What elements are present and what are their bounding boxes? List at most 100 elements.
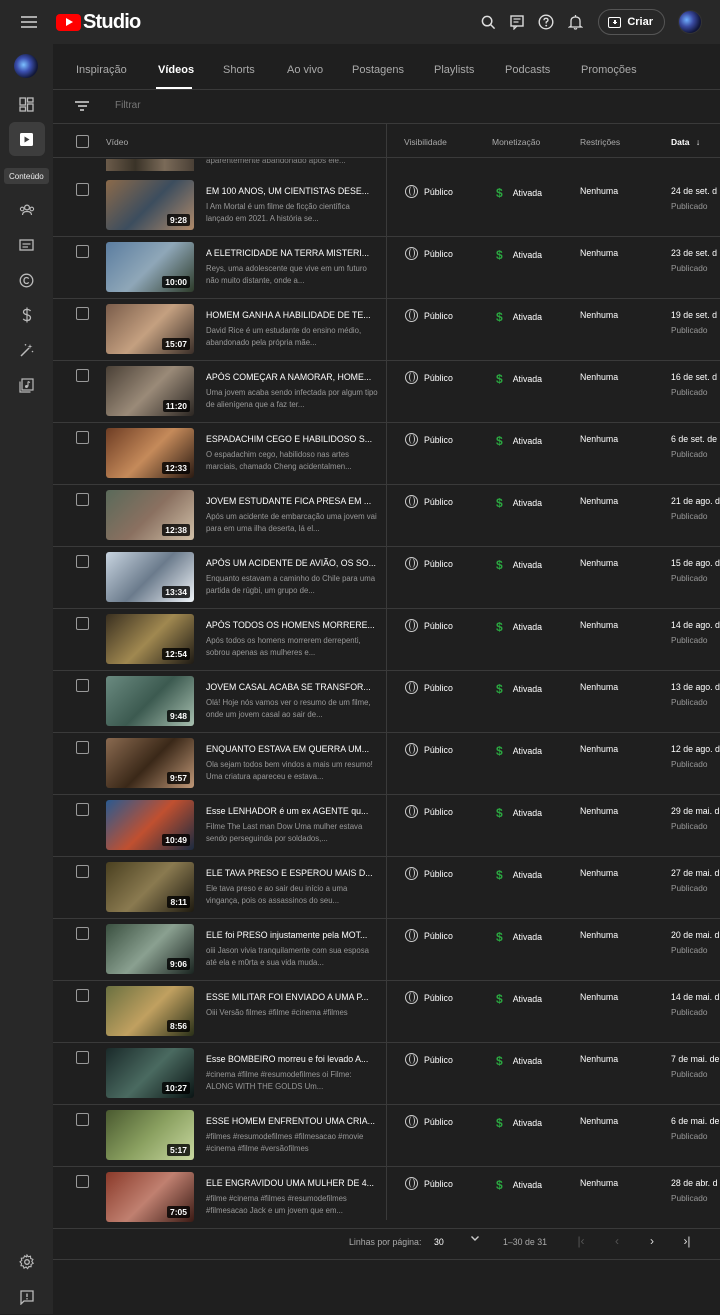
- video-title[interactable]: ESPADACHIM CEGO E HABILIDOSO S...: [206, 434, 378, 444]
- table-row[interactable]: 13:34 APÓS UM ACIDENTE DE AVIÃO, OS SO...…: [53, 547, 720, 609]
- monetization-cell[interactable]: $ Ativada: [496, 248, 542, 262]
- row-checkbox[interactable]: [76, 431, 89, 444]
- row-checkbox[interactable]: [76, 307, 89, 320]
- create-button[interactable]: Criar: [598, 9, 665, 35]
- sidebar-item-customization[interactable]: [0, 332, 53, 368]
- video-title[interactable]: ELE TAVA PRESO E ESPEROU MAIS D...: [206, 868, 378, 878]
- visibility-cell[interactable]: Público: [405, 619, 453, 632]
- filter-icon[interactable]: [75, 101, 89, 111]
- tab-posts[interactable]: Postagens: [352, 64, 404, 76]
- video-thumbnail[interactable]: 8:11: [106, 862, 194, 912]
- video-title[interactable]: EM 100 ANOS, UM CIENTISTAS DESE...: [206, 186, 378, 196]
- column-header-date[interactable]: Data ↓: [671, 137, 700, 147]
- tab-live[interactable]: Ao vivo: [287, 64, 323, 76]
- table-row[interactable]: 7:05 ELE ENGRAVIDOU UMA MULHER DE 4... #fi…: [53, 1167, 720, 1229]
- row-checkbox[interactable]: [76, 927, 89, 940]
- row-checkbox[interactable]: [76, 1175, 89, 1188]
- table-row[interactable]: 12:33 ESPADACHIM CEGO E HABILIDOSO S... O …: [53, 423, 720, 485]
- row-checkbox[interactable]: [76, 865, 89, 878]
- video-thumbnail[interactable]: 9:06: [106, 924, 194, 974]
- video-title[interactable]: Esse BOMBEIRO morreu e foi levado A...: [206, 1054, 378, 1064]
- table-row[interactable]: 9:57 ENQUANTO ESTAVA EM QUERRA UM... Ola s…: [53, 733, 720, 795]
- tab-videos[interactable]: Vídeos: [158, 64, 194, 76]
- monetization-cell[interactable]: $ Ativada: [496, 620, 542, 634]
- video-title[interactable]: JOVEM CASAL ACABA SE TRANSFOR...: [206, 682, 378, 692]
- row-checkbox[interactable]: [76, 245, 89, 258]
- monetization-cell[interactable]: $ Ativada: [496, 434, 542, 448]
- monetization-cell[interactable]: $ Ativada: [496, 310, 542, 324]
- tab-inspiration[interactable]: Inspiração: [76, 64, 127, 76]
- visibility-cell[interactable]: Público: [405, 867, 453, 880]
- tab-shorts[interactable]: Shorts: [223, 64, 255, 76]
- next-page-icon[interactable]: ›: [646, 1235, 658, 1247]
- monetization-cell[interactable]: $ Ativada: [496, 558, 542, 572]
- table-row[interactable]: 5:17 ESSE HOMEM ENFRENTOU UMA CRIA... #fil…: [53, 1105, 720, 1167]
- video-title[interactable]: ESSE MILITAR FOI ENVIADO A UMA P...: [206, 992, 378, 1002]
- video-thumbnail[interactable]: 12:38: [106, 490, 194, 540]
- row-checkbox[interactable]: [76, 617, 89, 630]
- row-checkbox[interactable]: [76, 493, 89, 506]
- video-title[interactable]: ELE foi PRESO injustamente pela MOT...: [206, 930, 378, 940]
- table-row[interactable]: 10:00 A ELETRICIDADE NA TERRA MISTERI... R…: [53, 237, 720, 299]
- first-page-icon[interactable]: |‹: [575, 1235, 587, 1247]
- row-checkbox[interactable]: [76, 679, 89, 692]
- account-avatar[interactable]: [678, 10, 702, 34]
- video-thumbnail[interactable]: 7:05: [106, 1172, 194, 1222]
- table-row[interactable]: 9:48 JOVEM CASAL ACABA SE TRANSFOR... Olá!…: [53, 671, 720, 733]
- sidebar-item-audio-library[interactable]: [0, 367, 53, 403]
- visibility-cell[interactable]: Público: [405, 929, 453, 942]
- video-thumbnail[interactable]: 10:00: [106, 242, 194, 292]
- monetization-cell[interactable]: $ Ativada: [496, 992, 542, 1006]
- sidebar-item-content[interactable]: [0, 121, 53, 157]
- monetization-cell[interactable]: $ Ativada: [496, 1116, 542, 1130]
- visibility-cell[interactable]: Público: [405, 495, 453, 508]
- monetization-cell[interactable]: $ Ativada: [496, 1178, 542, 1192]
- filter-input[interactable]: Filtrar: [115, 100, 141, 111]
- sidebar-item-copyright[interactable]: [0, 262, 53, 298]
- video-thumbnail[interactable]: 8:56: [106, 986, 194, 1036]
- video-title[interactable]: Esse LENHADOR é um ex AGENTE qu...: [206, 806, 378, 816]
- select-all-checkbox[interactable]: [76, 135, 89, 148]
- table-row[interactable]: 8:11 ELE TAVA PRESO E ESPEROU MAIS D... El…: [53, 857, 720, 919]
- monetization-cell[interactable]: $ Ativada: [496, 868, 542, 882]
- notifications-bell-icon[interactable]: [566, 13, 584, 31]
- chevron-down-icon[interactable]: [470, 1233, 480, 1243]
- video-thumbnail[interactable]: 9:57: [106, 738, 194, 788]
- visibility-cell[interactable]: Público: [405, 991, 453, 1004]
- table-row[interactable]: 12:54 APÓS TODOS OS HOMENS MORRERE... Após…: [53, 609, 720, 671]
- tab-promotions[interactable]: Promoções: [581, 64, 637, 76]
- monetization-cell[interactable]: $ Ativada: [496, 1054, 542, 1068]
- video-title[interactable]: ESSE HOMEM ENFRENTOU UMA CRIA...: [206, 1116, 378, 1126]
- video-title[interactable]: APÓS COMEÇAR A NAMORAR, HOME...: [206, 372, 378, 382]
- video-title[interactable]: APÓS UM ACIDENTE DE AVIÃO, OS SO...: [206, 558, 378, 568]
- visibility-cell[interactable]: Público: [405, 433, 453, 446]
- column-header-visibility[interactable]: Visibilidade: [404, 137, 447, 147]
- table-row[interactable]: 12:38 JOVEM ESTUDANTE FICA PRESA EM ... Ap…: [53, 485, 720, 547]
- rows-per-page-select[interactable]: 30: [434, 1237, 444, 1247]
- row-checkbox[interactable]: [76, 741, 89, 754]
- video-thumbnail[interactable]: 10:49: [106, 800, 194, 850]
- visibility-cell[interactable]: Público: [405, 1115, 453, 1128]
- visibility-cell[interactable]: Público: [405, 1053, 453, 1066]
- video-thumbnail[interactable]: 9:28: [106, 180, 194, 230]
- row-checkbox[interactable]: [76, 183, 89, 196]
- menu-icon[interactable]: [21, 16, 37, 28]
- monetization-cell[interactable]: $ Ativada: [496, 496, 542, 510]
- filter-bar[interactable]: Filtrar: [53, 90, 720, 124]
- video-thumbnail[interactable]: 12:54: [106, 614, 194, 664]
- visibility-cell[interactable]: Público: [405, 681, 453, 694]
- table-row[interactable]: 8:56 ESSE MILITAR FOI ENVIADO A UMA P... O…: [53, 981, 720, 1043]
- help-icon[interactable]: [537, 13, 555, 31]
- visibility-cell[interactable]: Público: [405, 557, 453, 570]
- table-row[interactable]: 11:20 APÓS COMEÇAR A NAMORAR, HOME... Uma …: [53, 361, 720, 423]
- table-row[interactable]: 9:28 EM 100 ANOS, UM CIENTISTAS DESE... I …: [53, 175, 720, 237]
- video-title[interactable]: HOMEM GANHA A HABILIDADE DE TE...: [206, 310, 378, 320]
- video-thumbnail[interactable]: 13:34: [106, 552, 194, 602]
- table-row[interactable]: 10:27 Esse BOMBEIRO morreu e foi levado A…: [53, 1043, 720, 1105]
- row-checkbox[interactable]: [76, 369, 89, 382]
- sidebar-item-settings[interactable]: [0, 1244, 53, 1280]
- sidebar-item-subtitles[interactable]: [0, 227, 53, 263]
- monetization-cell[interactable]: $ Ativada: [496, 930, 542, 944]
- column-header-restrictions[interactable]: Restrições: [580, 137, 620, 147]
- channel-avatar[interactable]: [14, 54, 38, 78]
